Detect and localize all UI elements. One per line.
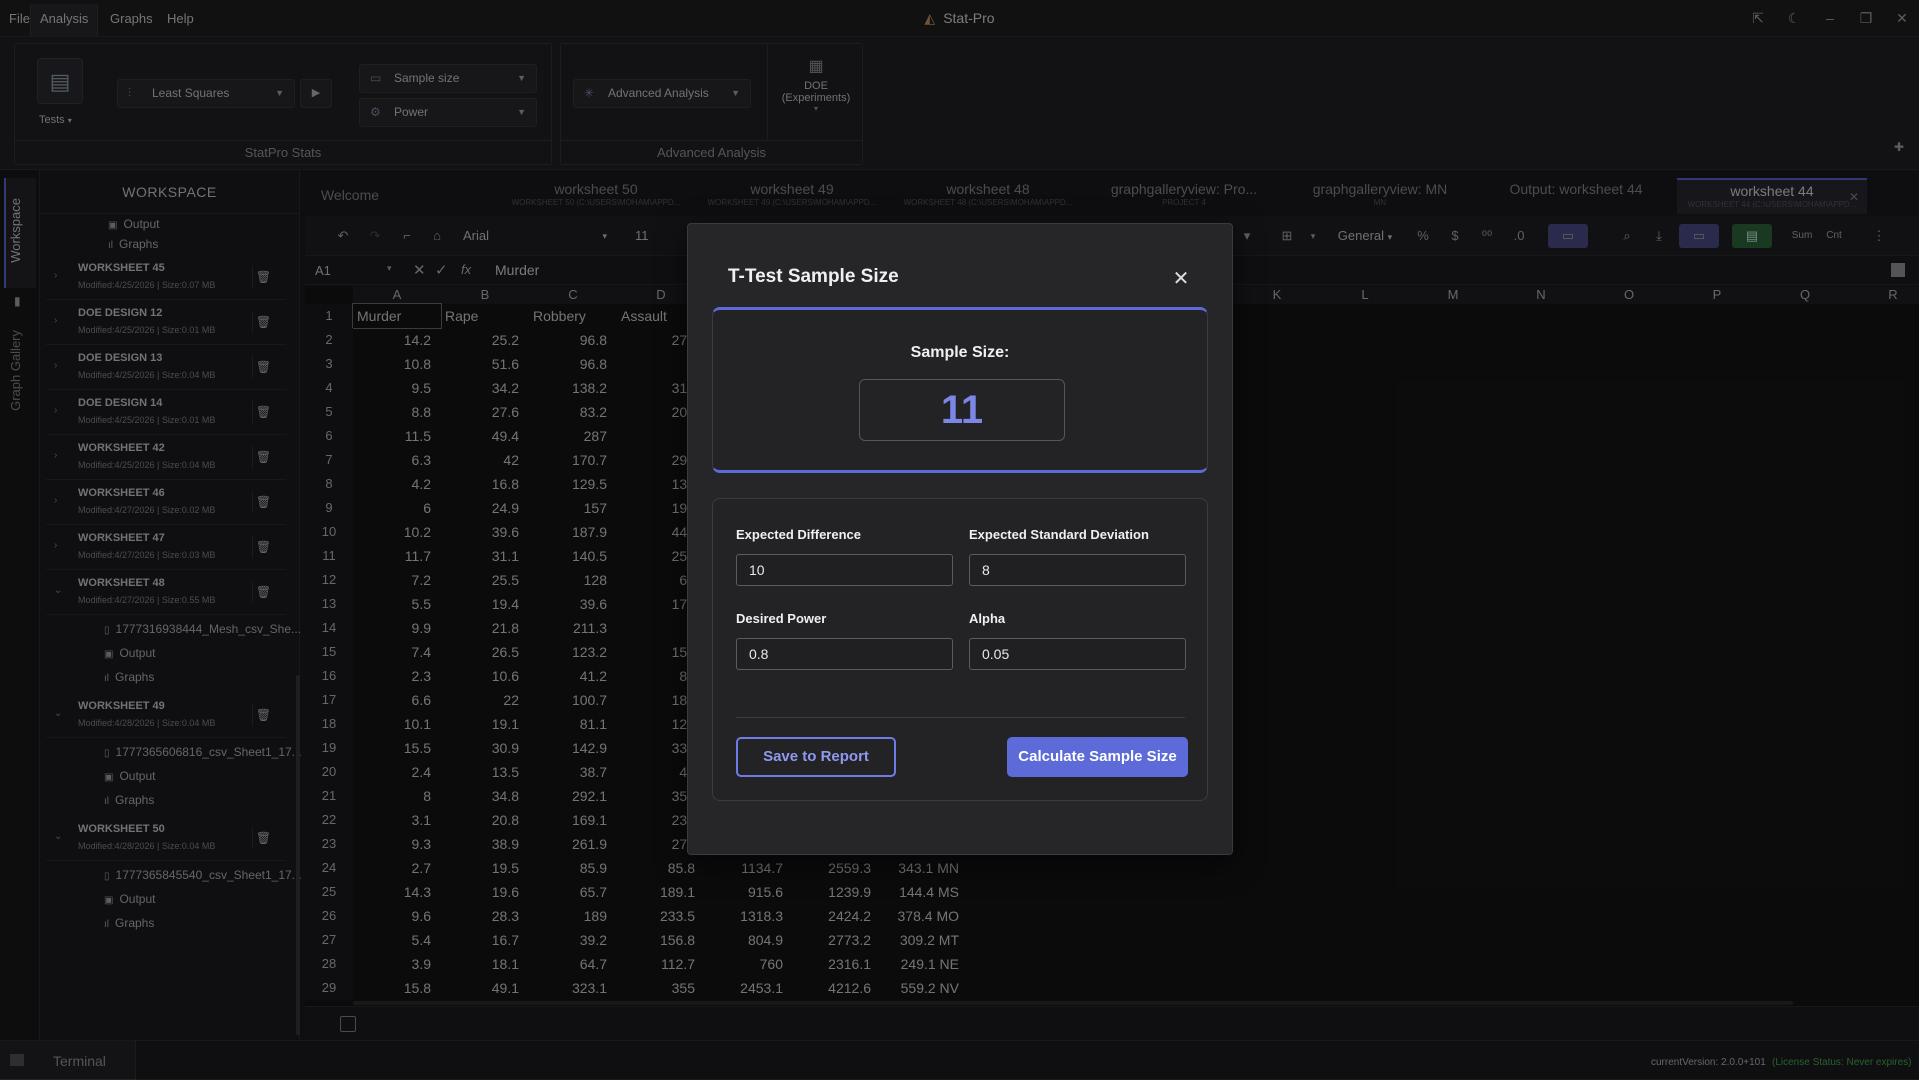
ttest-sample-size-dialog: T-Test Sample Size ✕ Sample Size: 11 Exp…: [687, 223, 1233, 855]
alpha-label: Alpha: [969, 611, 1006, 626]
expected-std-dev-input[interactable]: 8: [969, 554, 1186, 586]
parameters-card: Expected Difference 10 Expected Standard…: [712, 498, 1208, 801]
calculate-sample-size-button[interactable]: Calculate Sample Size: [1007, 737, 1188, 777]
result-card: Sample Size: 11: [712, 307, 1208, 473]
alpha-input[interactable]: 0.05: [969, 638, 1186, 670]
result-label: Sample Size:: [910, 344, 1010, 361]
close-icon[interactable]: ✕: [1168, 266, 1194, 291]
expected-difference-label: Expected Difference: [736, 527, 861, 542]
expected-std-dev-label: Expected Standard Deviation: [969, 527, 1149, 542]
desired-power-input[interactable]: 0.8: [736, 638, 953, 670]
desired-power-label: Desired Power: [736, 611, 827, 626]
divider: [736, 717, 1185, 718]
sample-size-result: 11: [859, 379, 1065, 441]
expected-difference-input[interactable]: 10: [736, 554, 953, 586]
dialog-title: T-Test Sample Size: [728, 266, 899, 287]
save-to-report-button[interactable]: Save to Report: [736, 737, 896, 777]
